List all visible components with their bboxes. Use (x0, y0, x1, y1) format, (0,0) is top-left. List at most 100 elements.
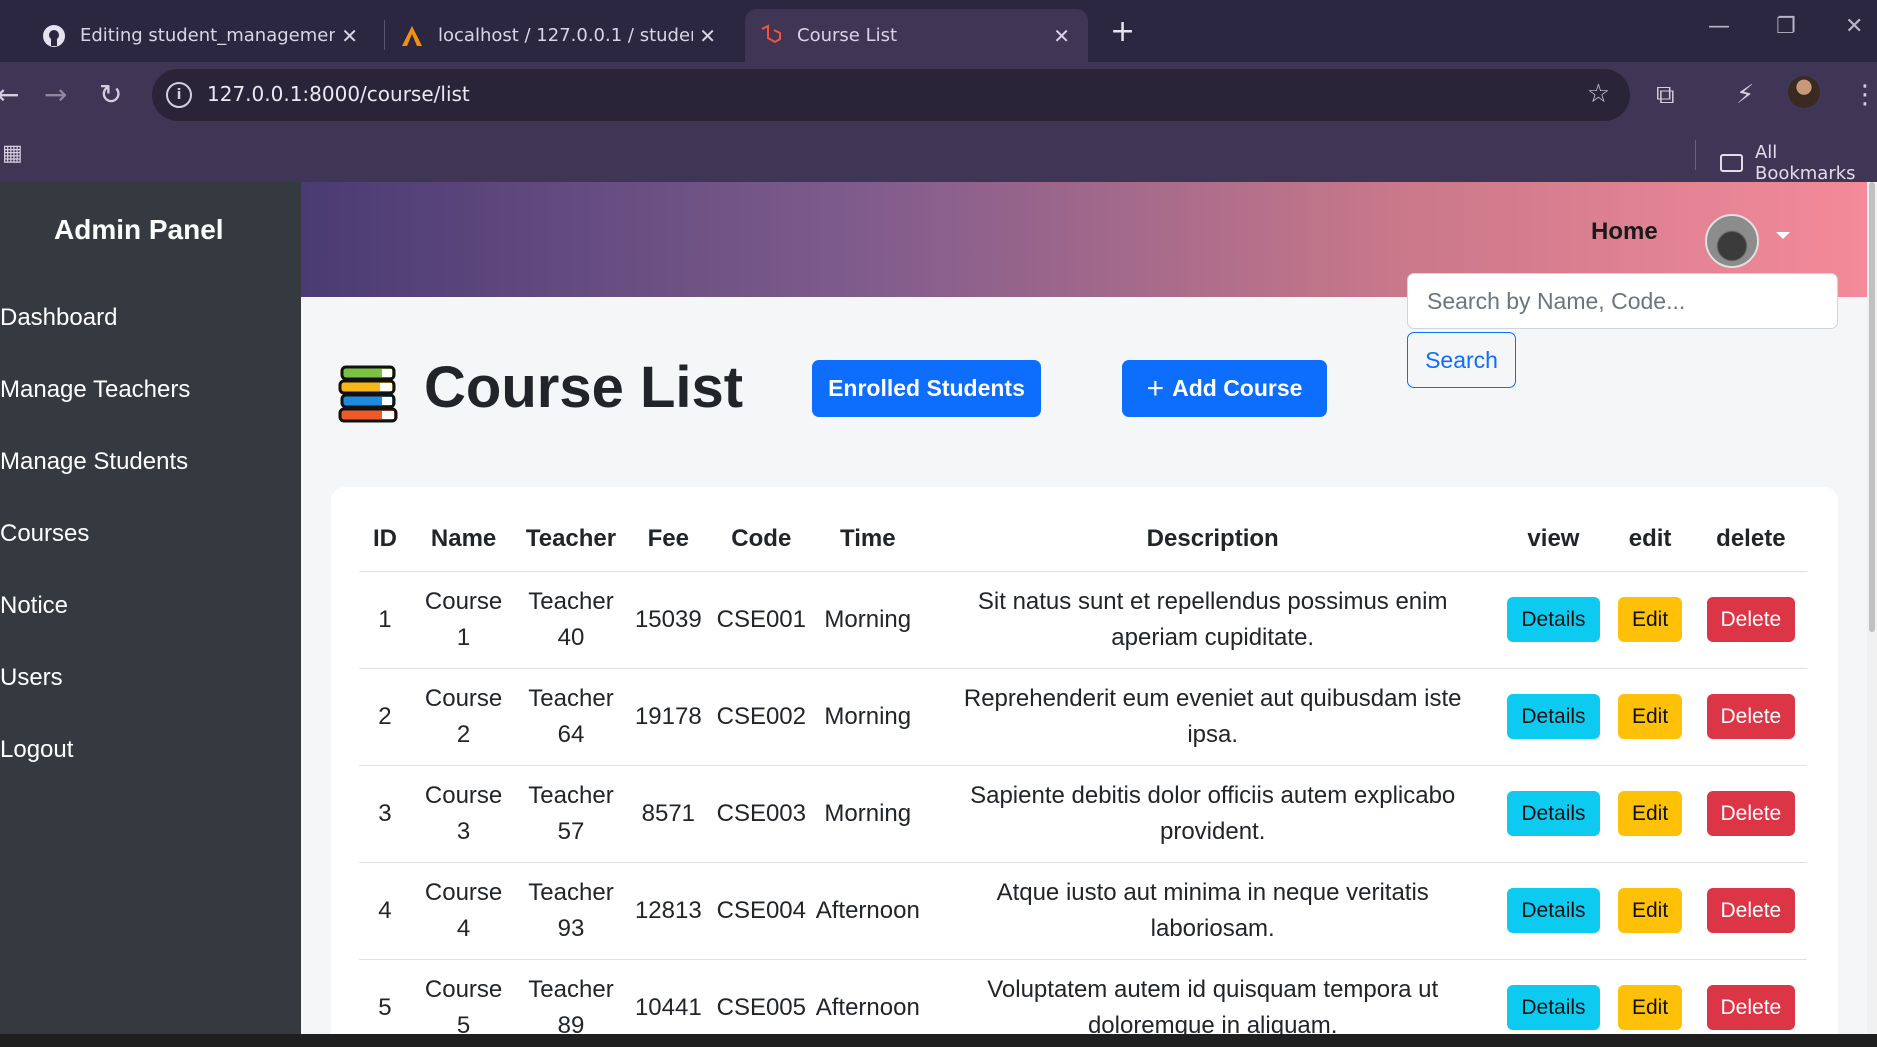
cell-time: Afternoon (811, 862, 924, 960)
site-info-icon[interactable]: i (166, 82, 192, 108)
sidebar-item-dashboard[interactable]: Dashboard (0, 304, 117, 332)
search-button[interactable]: Search (1407, 332, 1516, 388)
back-icon[interactable]: ← (0, 78, 19, 111)
restore-icon[interactable]: ❐ (1776, 14, 1796, 39)
edit-button[interactable]: Edit (1617, 888, 1683, 933)
forward-icon[interactable]: → (44, 78, 67, 111)
address-bar[interactable]: i 127.0.0.1:8000/course/list ☆ (152, 69, 1630, 121)
close-icon[interactable]: ✕ (341, 24, 358, 48)
cell-view: Details (1501, 959, 1606, 1034)
cell-delete: Delete (1694, 571, 1807, 669)
cell-description: Reprehenderit eum eveniet aut quibusdam … (923, 668, 1502, 766)
delete-button[interactable]: Delete (1706, 791, 1796, 836)
chevron-down-icon[interactable] (1776, 232, 1790, 239)
cell-description: Sapiente debitis dolor officiis autem ex… (923, 765, 1502, 863)
cell-view: Details (1501, 862, 1606, 960)
edit-button[interactable]: Edit (1617, 985, 1683, 1030)
add-course-label: Add Course (1172, 375, 1303, 401)
close-icon[interactable]: ✕ (1053, 24, 1070, 48)
page-scrollbar[interactable] (1867, 182, 1877, 1034)
details-button[interactable]: Details (1507, 985, 1600, 1030)
col-edit: edit (1605, 507, 1695, 572)
profile-avatar[interactable] (1788, 76, 1820, 108)
edit-button[interactable]: Edit (1617, 791, 1683, 836)
col-name: Name (410, 507, 517, 572)
details-button[interactable]: Details (1507, 597, 1600, 642)
all-bookmarks[interactable]: All Bookmarks (1720, 142, 1877, 184)
cell-description: Atque iusto aut minima in neque veritati… (923, 862, 1502, 960)
col-delete: delete (1694, 507, 1807, 572)
cell-name: Course 2 (410, 668, 517, 766)
window-close-icon[interactable]: ✕ (1845, 14, 1863, 39)
cell-fee: 10441 (625, 959, 711, 1034)
phpmyadmin-icon (400, 24, 424, 48)
details-button[interactable]: Details (1507, 791, 1600, 836)
col-code: Code (710, 507, 812, 572)
sidebar: Admin Panel Dashboard Manage Teachers Ma… (0, 182, 301, 1034)
performance-icon[interactable]: ⚡ (1736, 80, 1754, 110)
cell-code: CSE001 (710, 571, 812, 669)
sidebar-item-notice[interactable]: Notice (0, 592, 68, 620)
menu-dots-icon[interactable]: ⋮ (1852, 80, 1877, 110)
cell-id: 3 (359, 765, 411, 863)
delete-button[interactable]: Delete (1706, 694, 1796, 739)
close-icon[interactable]: ✕ (699, 24, 716, 48)
cell-edit: Edit (1605, 571, 1695, 669)
laravel-icon (759, 23, 783, 48)
cell-edit: Edit (1605, 862, 1695, 960)
reload-icon[interactable]: ↻ (99, 78, 122, 111)
user-avatar[interactable] (1705, 214, 1759, 268)
browser-tab-course-list[interactable]: Course List ✕ (745, 9, 1088, 62)
cell-edit: Edit (1605, 765, 1695, 863)
add-course-button[interactable]: + Add Course (1122, 360, 1327, 417)
url-text[interactable]: 127.0.0.1:8000/course/list (207, 82, 470, 106)
scrollbar-thumb[interactable] (1869, 182, 1875, 632)
browser-tab-phpmyadmin[interactable]: localhost / 127.0.0.1 / student_r ✕ (386, 9, 734, 62)
course-table: ID Name Teacher Fee Code Time Descriptio… (359, 507, 1807, 1034)
course-table-card: ID Name Teacher Fee Code Time Descriptio… (331, 487, 1838, 1034)
edit-button[interactable]: Edit (1617, 694, 1683, 739)
cell-name: Course 3 (410, 765, 517, 863)
search-input[interactable] (1407, 273, 1838, 329)
cell-edit: Edit (1605, 959, 1695, 1034)
home-link[interactable]: Home (1591, 218, 1658, 246)
delete-button[interactable]: Delete (1706, 597, 1796, 642)
cell-fee: 15039 (625, 571, 711, 669)
browser-tab-github[interactable]: Editing student_management_a ✕ (28, 9, 376, 62)
page-title: Course List (424, 355, 744, 420)
minimize-icon[interactable]: — (1708, 14, 1730, 39)
enrolled-students-button[interactable]: Enrolled Students (812, 360, 1041, 417)
cell-fee: 19178 (625, 668, 711, 766)
delete-button[interactable]: Delete (1706, 985, 1796, 1030)
col-fee: Fee (625, 507, 711, 572)
delete-button[interactable]: Delete (1706, 888, 1796, 933)
github-icon (42, 24, 66, 48)
cell-description: Voluptatem autem id quisquam tempora ut … (923, 959, 1502, 1034)
details-button[interactable]: Details (1507, 888, 1600, 933)
cell-time: Morning (811, 571, 924, 669)
browser-tab-bar: Editing student_management_a ✕ localhost… (0, 0, 1877, 62)
table-row: 5 Course 5 Teacher 89 10441 CSE005 After… (359, 959, 1807, 1034)
edit-button[interactable]: Edit (1617, 597, 1683, 642)
new-tab-icon[interactable]: + (1110, 14, 1135, 49)
table-row: 2 Course 2 Teacher 64 19178 CSE002 Morni… (359, 668, 1807, 766)
sidebar-brand[interactable]: Admin Panel (54, 214, 224, 246)
books-icon (338, 365, 400, 423)
cell-teacher: Teacher 57 (516, 765, 626, 863)
sidebar-item-courses[interactable]: Courses (0, 520, 89, 548)
cell-view: Details (1501, 571, 1606, 669)
sidebar-item-manage-students[interactable]: Manage Students (0, 448, 188, 476)
sidebar-item-manage-teachers[interactable]: Manage Teachers (0, 376, 190, 404)
apps-grid-icon[interactable]: ▦ (2, 141, 23, 166)
cell-code: CSE002 (710, 668, 812, 766)
sidebar-item-logout[interactable]: Logout (0, 736, 73, 764)
sidebar-item-users[interactable]: Users (0, 664, 63, 692)
cell-teacher: Teacher 40 (516, 571, 626, 669)
cell-time: Afternoon (811, 959, 924, 1034)
extensions-icon[interactable]: ⧉ (1656, 80, 1675, 111)
cell-delete: Delete (1694, 765, 1807, 863)
bookmark-star-icon[interactable]: ☆ (1587, 79, 1610, 109)
cell-code: CSE003 (710, 765, 812, 863)
col-id: ID (359, 507, 411, 572)
details-button[interactable]: Details (1507, 694, 1600, 739)
